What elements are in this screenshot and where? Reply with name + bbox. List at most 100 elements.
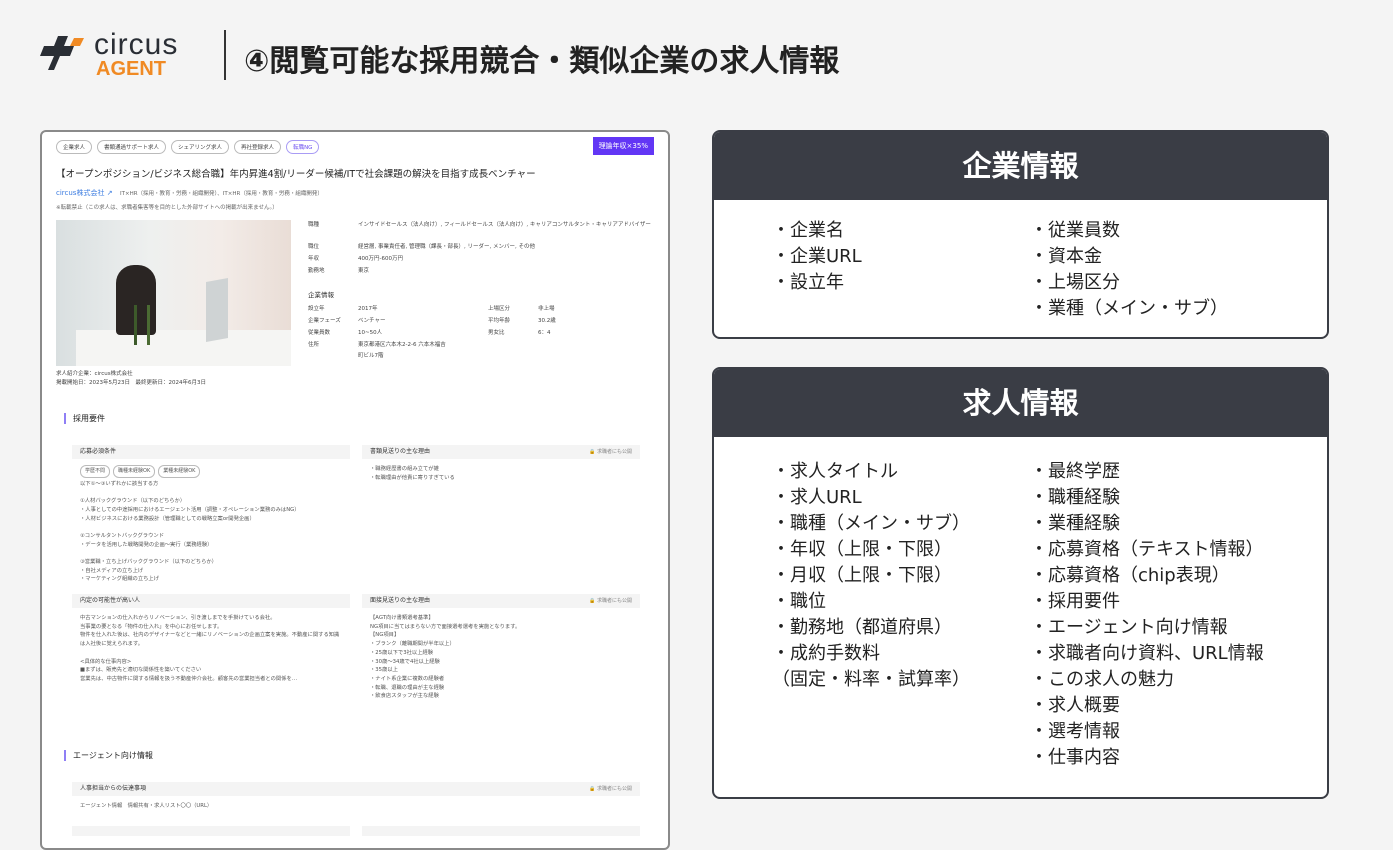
field-item: ・勤務地（都道府県） <box>772 617 952 638</box>
box-title: 書類見送りの主な理由 <box>370 448 431 455</box>
public-label: 求職者にも公開 <box>596 786 632 792</box>
detail-key: 年収 <box>308 256 320 262</box>
detail-value: インサイドセールス（法人向け）, フィールドセールス（法人向け）, キャリアコン… <box>358 222 651 228</box>
info-key: 男女比 <box>488 330 505 336</box>
meta-line: 求人紹介企業：circus株式会社 <box>56 371 133 377</box>
info-key: 住所 <box>308 342 320 348</box>
detail-value: 東京 <box>358 268 370 274</box>
job-chip: 転職NG <box>286 140 320 154</box>
field-item: ・業種経験 <box>1030 513 1120 534</box>
company-info: 設立年 2017年 企業フェーズ ベンチャー 従業員数 10~50人 住所 東京都港区六… <box>308 304 658 364</box>
box-body: エージェント情報 情報共有・求人リスト〇〇（URL） <box>80 803 213 809</box>
job-info-card: 求人情報 ・求人タイトル ・求人URL ・職種（メイン・サブ） ・年収（上限・下限）・… <box>712 367 1329 799</box>
field-item: ・この求人の魅力 <box>1030 669 1174 690</box>
company-link[interactable]: circus株式会社 ↗ <box>56 188 113 198</box>
box-title: 内定の可能性が高い人 <box>80 597 141 604</box>
public-label: 求職者にも公開 <box>596 598 632 604</box>
job-chip: シェアリング求人 <box>171 140 230 154</box>
field-item: （固定・料率・試算率） <box>772 669 970 690</box>
field-item: ・応募資格（テキスト情報） <box>1030 539 1264 560</box>
req-chip: 学歴不問 <box>80 465 111 478</box>
job-chip: 企業求人 <box>56 140 93 154</box>
interview-rejection-box: 面接見送りの主な理由 🔒 求職者にも公開 【AGT向け書類選考基準】 NG項目に当… <box>362 594 640 707</box>
job-chip: 書類通過サポート求人 <box>97 140 167 154</box>
header-divider <box>224 30 226 80</box>
field-item: ・求職者向け資料、URL情報 <box>1030 643 1264 664</box>
field-item: ・求人タイトル <box>772 461 898 482</box>
req-chip: 職種未経験OK <box>113 465 156 478</box>
info-value: ベンチャー <box>358 318 386 324</box>
info-value: 6：4 <box>538 330 551 336</box>
logo-mark-icon <box>40 36 84 70</box>
job-chip: 再社登録求人 <box>234 140 282 154</box>
circus-agent-logo: circus AGENT <box>30 28 200 80</box>
job-photo <box>56 220 291 366</box>
box-body: 中古マンションの仕入れからリノベーション、引き渡しまでを手掛けている会社。 当事… <box>80 615 340 682</box>
industry-text: IT×HR（採用・教育・労務・組織開発）、IT×HR（採用・教育・労務・組織開発… <box>120 191 323 197</box>
field-item: ・設立年 <box>772 272 844 293</box>
field-item: ・仕事内容 <box>1030 747 1120 768</box>
logo-word: circus <box>94 28 179 61</box>
field-item: ・選考情報 <box>1030 721 1120 742</box>
company-fields-left: ・企業名 ・企業URL ・設立年 <box>772 218 862 296</box>
detail-value: 経営層, 事業責任者, 管理職（課長・部長）, リーダー, メンバー, その他 <box>358 244 535 250</box>
field-item: ・月収（上限・下限） <box>772 565 952 586</box>
meta-line: 掲載開始日：2023年5月23日 最終更新日：2024年6月3日 <box>56 380 206 386</box>
info-value: 2017年 <box>358 306 378 312</box>
field-item: ・企業名 <box>772 220 844 241</box>
job-fields-left: ・求人タイトル ・求人URL ・職種（メイン・サブ） ・年収（上限・下限） ・月収（上限… <box>772 459 970 693</box>
field-item: ・エージェント向け情報 <box>1030 617 1228 638</box>
info-value: 30.2歳 <box>538 318 556 324</box>
salary-badge: 理論年収×35% <box>592 137 654 155</box>
field-item: ・従業員数 <box>1030 220 1120 241</box>
hr-notes-box: 人事担当からの伝達事項 🔒 求職者にも公開 エージェント情報 情報共有・求人リスト… <box>72 782 640 817</box>
field-item: ・職位 <box>772 591 826 612</box>
external-link-icon: ↗ <box>106 189 113 197</box>
section-hiring-requirements: 採用要件 <box>64 413 105 424</box>
job-posting-screenshot: 企業求人 書類通過サポート求人 シェアリング求人 再社登録求人 転職NG 理論年… <box>40 130 670 850</box>
field-item: ・企業URL <box>772 246 862 267</box>
lock-icon: 🔒 <box>589 598 596 604</box>
info-key: 設立年 <box>308 306 325 312</box>
info-value: 東京都港区六本木2-2-6 六本木福吉町ビル7階 <box>358 342 446 359</box>
info-key: 上場区分 <box>488 306 511 312</box>
info-value: 10~50人 <box>358 330 383 336</box>
box-title: 人事担当からの伝達事項 <box>80 785 147 792</box>
field-item: ・職種経験 <box>1030 487 1120 508</box>
info-key: 平均年齢 <box>488 318 511 324</box>
box-body: 【AGT向け書類選考基準】 NG項目に当てはまらない方で面接選考選考を実施となり… <box>370 615 521 700</box>
notice-text: ※転載禁止（この求人は、求職者集客等を目的とした外部サイトへの掲載が出来ません。… <box>56 205 278 211</box>
job-title: 【オープンポジション/ビジネス総合職】年内昇進4割/リーダー候補/ITで社会課題… <box>56 169 536 180</box>
field-item: ・求人URL <box>772 487 862 508</box>
company-fields-right: ・従業員数 ・資本金 ・上場区分 ・業種（メイン・サブ） <box>1030 218 1228 322</box>
info-key: 企業フェーズ <box>308 318 341 324</box>
likely-offer-box: 内定の可能性が高い人 中古マンションの仕入れからリノベーション、引き渡しまでを手… <box>72 594 350 690</box>
job-chips: 企業求人 書類通過サポート求人 シェアリング求人 再社登録求人 転職NG <box>56 140 320 154</box>
company-name: circus株式会社 <box>56 189 105 197</box>
lock-icon: 🔒 <box>589 449 596 455</box>
box-body: ・職務経歴書の組み立てが雑 ・転職理由が他責に寄りすぎている <box>370 466 455 481</box>
detail-key: 勤務地 <box>308 268 325 274</box>
field-item: ・応募資格（chip表現） <box>1030 565 1230 586</box>
company-info-label: 企業情報 <box>308 291 334 299</box>
field-item: ・採用要件 <box>1030 591 1120 612</box>
section-agent-info: エージェント向け情報 <box>64 750 153 761</box>
field-item: ・業種（メイン・サブ） <box>1030 298 1228 319</box>
box-title: 応募必須条件 <box>80 448 117 455</box>
requirements-box: 応募必須条件 学歴不問 職種未経験OK 業種未経験OK 以下①～③いずれかに該当する方… <box>72 445 350 595</box>
card-title: 求人情報 <box>714 369 1327 437</box>
field-item: ・年収（上限・下限） <box>772 539 952 560</box>
info-key: 従業員数 <box>308 330 331 336</box>
detail-value: 400万円-600万円 <box>358 256 403 262</box>
company-info-card: 企業情報 ・企業名 ・企業URL ・設立年 ・従業員数 ・資本金 ・上場区分 ・… <box>712 130 1329 339</box>
detail-key: 職種 <box>308 222 320 228</box>
info-value: 非上場 <box>538 306 555 312</box>
field-item: ・成約手数料 <box>772 643 880 664</box>
field-item: ・最終学歴 <box>1030 461 1120 482</box>
document-rejection-box: 書類見送りの主な理由 🔒 求職者にも公開 ・職務経歴書の組み立てが雑 ・転職理由が… <box>362 445 640 488</box>
lock-icon: 🔒 <box>589 786 596 792</box>
box-title: 面接見送りの主な理由 <box>370 597 431 604</box>
field-item: ・資本金 <box>1030 246 1102 267</box>
field-item: ・上場区分 <box>1030 272 1120 293</box>
public-label: 求職者にも公開 <box>596 449 632 455</box>
